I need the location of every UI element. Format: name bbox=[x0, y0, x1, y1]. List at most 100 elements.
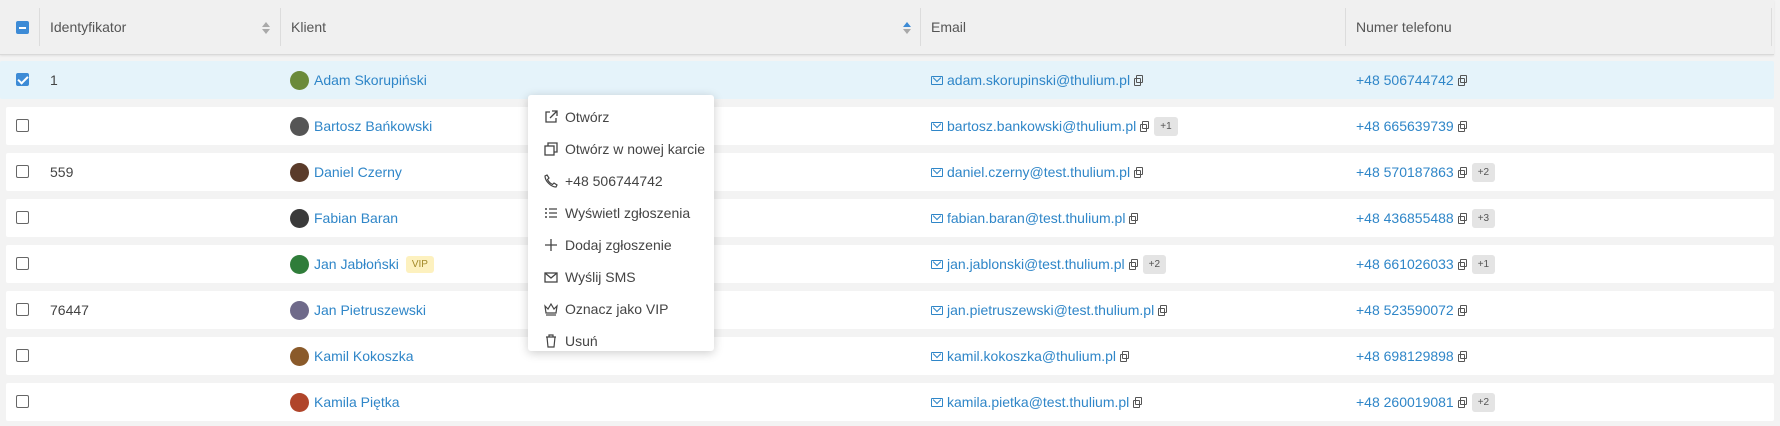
phone-cell: +48 506744742 bbox=[1356, 61, 1467, 99]
copy-icon[interactable] bbox=[1457, 167, 1467, 178]
row-checkbox[interactable] bbox=[16, 395, 29, 408]
client-name-link[interactable]: Bartosz Bańkowski bbox=[314, 118, 432, 134]
context-menu-item[interactable]: Otwórz w nowej karcie bbox=[528, 133, 714, 165]
copy-icon[interactable] bbox=[1133, 397, 1143, 408]
client-name-link[interactable]: Fabian Baran bbox=[314, 210, 398, 226]
more-phones-badge[interactable]: +2 bbox=[1471, 162, 1496, 182]
table-row[interactable]: Bartosz Bańkowski bartosz.bankowski@thuli… bbox=[6, 107, 1774, 145]
more-emails-badge[interactable]: +1 bbox=[1154, 116, 1178, 136]
context-menu: Otwórz Otwórz w nowej karcie +48 506744742… bbox=[528, 95, 714, 351]
column-header-label: Email bbox=[931, 19, 967, 35]
context-menu-item[interactable]: Wyślij SMS bbox=[528, 261, 714, 293]
table-row[interactable]: Kamil Kokoszka kamil.kokoszka@thulium.pl +… bbox=[6, 337, 1774, 375]
client-name-link[interactable]: Adam Skorupiński bbox=[314, 72, 427, 88]
context-menu-item-label: Wyświetl zgłoszenia bbox=[565, 205, 691, 221]
client-cell: Kamila Piętka bbox=[290, 383, 400, 421]
email-link[interactable]: jan.pietruszewski@test.thulium.pl bbox=[947, 302, 1154, 318]
column-header-klient[interactable]: Klient bbox=[282, 0, 912, 54]
client-name-link[interactable]: Jan Jabłoński bbox=[314, 256, 399, 272]
context-menu-item-label: Otwórz w nowej karcie bbox=[565, 141, 706, 157]
table-row[interactable]: 559 Daniel Czerny daniel.czerny@test.thuli… bbox=[6, 153, 1774, 191]
email-link[interactable]: daniel.czerny@test.thulium.pl bbox=[947, 164, 1130, 180]
avatar bbox=[290, 70, 309, 90]
copy-icon[interactable] bbox=[1158, 305, 1168, 316]
client-cell: Daniel Czerny bbox=[290, 153, 402, 191]
copy-icon[interactable] bbox=[1457, 213, 1467, 224]
row-checkbox[interactable] bbox=[16, 119, 29, 132]
more-phones-badge[interactable]: +3 bbox=[1471, 208, 1496, 228]
email-link[interactable]: kamila.pietka@test.thulium.pl bbox=[947, 394, 1129, 410]
copy-icon[interactable] bbox=[1457, 121, 1467, 132]
copy-icon[interactable] bbox=[1457, 305, 1467, 316]
email-cell: kamil.kokoszka@thulium.pl bbox=[931, 337, 1130, 375]
client-name-link[interactable]: Kamila Piętka bbox=[314, 394, 400, 410]
sort-icon[interactable] bbox=[261, 22, 271, 35]
table-row[interactable]: 76447 Jan Pietruszewski jan.pietruszewski@… bbox=[6, 291, 1774, 329]
more-phones-badge[interactable]: +2 bbox=[1471, 392, 1496, 412]
row-checkbox[interactable] bbox=[16, 211, 29, 224]
more-emails-badge[interactable]: +2 bbox=[1142, 254, 1167, 274]
copy-icon[interactable] bbox=[1129, 213, 1139, 224]
copy-icon[interactable] bbox=[1128, 259, 1138, 270]
client-name-link[interactable]: Kamil Kokoszka bbox=[314, 348, 414, 364]
context-menu-item[interactable]: +48 506744742 bbox=[528, 165, 714, 197]
phone-link[interactable]: +48 665639739 bbox=[1356, 118, 1454, 134]
column-header-identyfikator[interactable]: Identyfikator bbox=[41, 0, 281, 54]
copy-icon[interactable] bbox=[1134, 167, 1144, 178]
phone-link[interactable]: +48 661026033 bbox=[1356, 256, 1454, 272]
sort-ascending-icon[interactable] bbox=[902, 22, 912, 35]
column-header-label: Identyfikator bbox=[50, 19, 127, 35]
table-row[interactable]: Fabian Baran fabian.baran@test.thulium.pl… bbox=[6, 199, 1774, 237]
context-menu-item[interactable]: Dodaj zgłoszenie bbox=[528, 229, 714, 261]
copy-icon[interactable] bbox=[1140, 121, 1150, 132]
copy-icon[interactable] bbox=[1457, 259, 1467, 270]
copy-icon[interactable] bbox=[1457, 75, 1467, 86]
row-checkbox[interactable] bbox=[16, 349, 29, 362]
client-cell: Bartosz Bańkowski bbox=[290, 107, 432, 145]
email-link[interactable]: kamil.kokoszka@thulium.pl bbox=[947, 348, 1116, 364]
table-row[interactable]: 1 Adam Skorupiński adam.skorupinski@thuliu… bbox=[0, 61, 1774, 99]
email-link[interactable]: fabian.baran@test.thulium.pl bbox=[947, 210, 1125, 226]
phone-link[interactable]: +48 523590072 bbox=[1356, 302, 1454, 318]
envelope-icon bbox=[931, 306, 943, 315]
email-link[interactable]: jan.jablonski@test.thulium.pl bbox=[947, 256, 1125, 272]
client-name-link[interactable]: Jan Pietruszewski bbox=[314, 302, 426, 318]
envelope-icon bbox=[931, 352, 943, 361]
phone-link[interactable]: +48 570187863 bbox=[1356, 164, 1454, 180]
row-checkbox[interactable] bbox=[16, 73, 29, 86]
column-separator bbox=[1771, 8, 1772, 46]
table-row[interactable]: Jan Jabłoński VIP jan.jablonski@test.thuli… bbox=[6, 245, 1774, 283]
context-menu-item[interactable]: Usuń bbox=[528, 325, 714, 357]
context-menu-item-label: Otwórz bbox=[565, 109, 610, 125]
column-separator bbox=[39, 8, 40, 46]
copy-icon[interactable] bbox=[1457, 397, 1467, 408]
phone-cell: +48 698129898 bbox=[1356, 337, 1467, 375]
client-name-link[interactable]: Daniel Czerny bbox=[314, 164, 402, 180]
column-header-email[interactable]: Email bbox=[922, 0, 1342, 54]
table-row[interactable]: Kamila Piętka kamila.pietka@test.thulium.… bbox=[6, 383, 1774, 421]
vip-badge: VIP bbox=[405, 255, 434, 273]
context-menu-item-label: Usuń bbox=[565, 333, 598, 349]
phone-link[interactable]: +48 698129898 bbox=[1356, 348, 1454, 364]
column-header-numer-telefonu[interactable]: Numer telefonu bbox=[1347, 0, 1767, 54]
context-menu-item[interactable]: Oznacz jako VIP bbox=[528, 293, 714, 325]
row-checkbox[interactable] bbox=[16, 257, 29, 270]
select-all-checkbox[interactable] bbox=[16, 21, 29, 34]
row-checkbox[interactable] bbox=[16, 165, 29, 178]
email-link[interactable]: adam.skorupinski@thulium.pl bbox=[947, 72, 1130, 88]
copy-icon[interactable] bbox=[1457, 351, 1467, 362]
phone-link[interactable]: +48 436855488 bbox=[1356, 210, 1454, 226]
more-phones-badge[interactable]: +1 bbox=[1471, 254, 1496, 274]
phone-link[interactable]: +48 506744742 bbox=[1356, 72, 1454, 88]
copy-icon[interactable] bbox=[1134, 75, 1144, 86]
row-checkbox[interactable] bbox=[16, 303, 29, 316]
copy-icon[interactable] bbox=[1120, 351, 1130, 362]
phone-link[interactable]: +48 260019081 bbox=[1356, 394, 1454, 410]
client-cell: Adam Skorupiński bbox=[290, 61, 427, 99]
client-cell: Fabian Baran bbox=[290, 199, 398, 237]
email-link[interactable]: bartosz.bankowski@thulium.pl bbox=[947, 118, 1136, 134]
context-menu-item[interactable]: Wyświetl zgłoszenia bbox=[528, 197, 714, 229]
context-menu-item[interactable]: Otwórz bbox=[528, 101, 714, 133]
envelope-icon bbox=[543, 270, 559, 284]
identifier-cell: 76447 bbox=[50, 302, 89, 318]
